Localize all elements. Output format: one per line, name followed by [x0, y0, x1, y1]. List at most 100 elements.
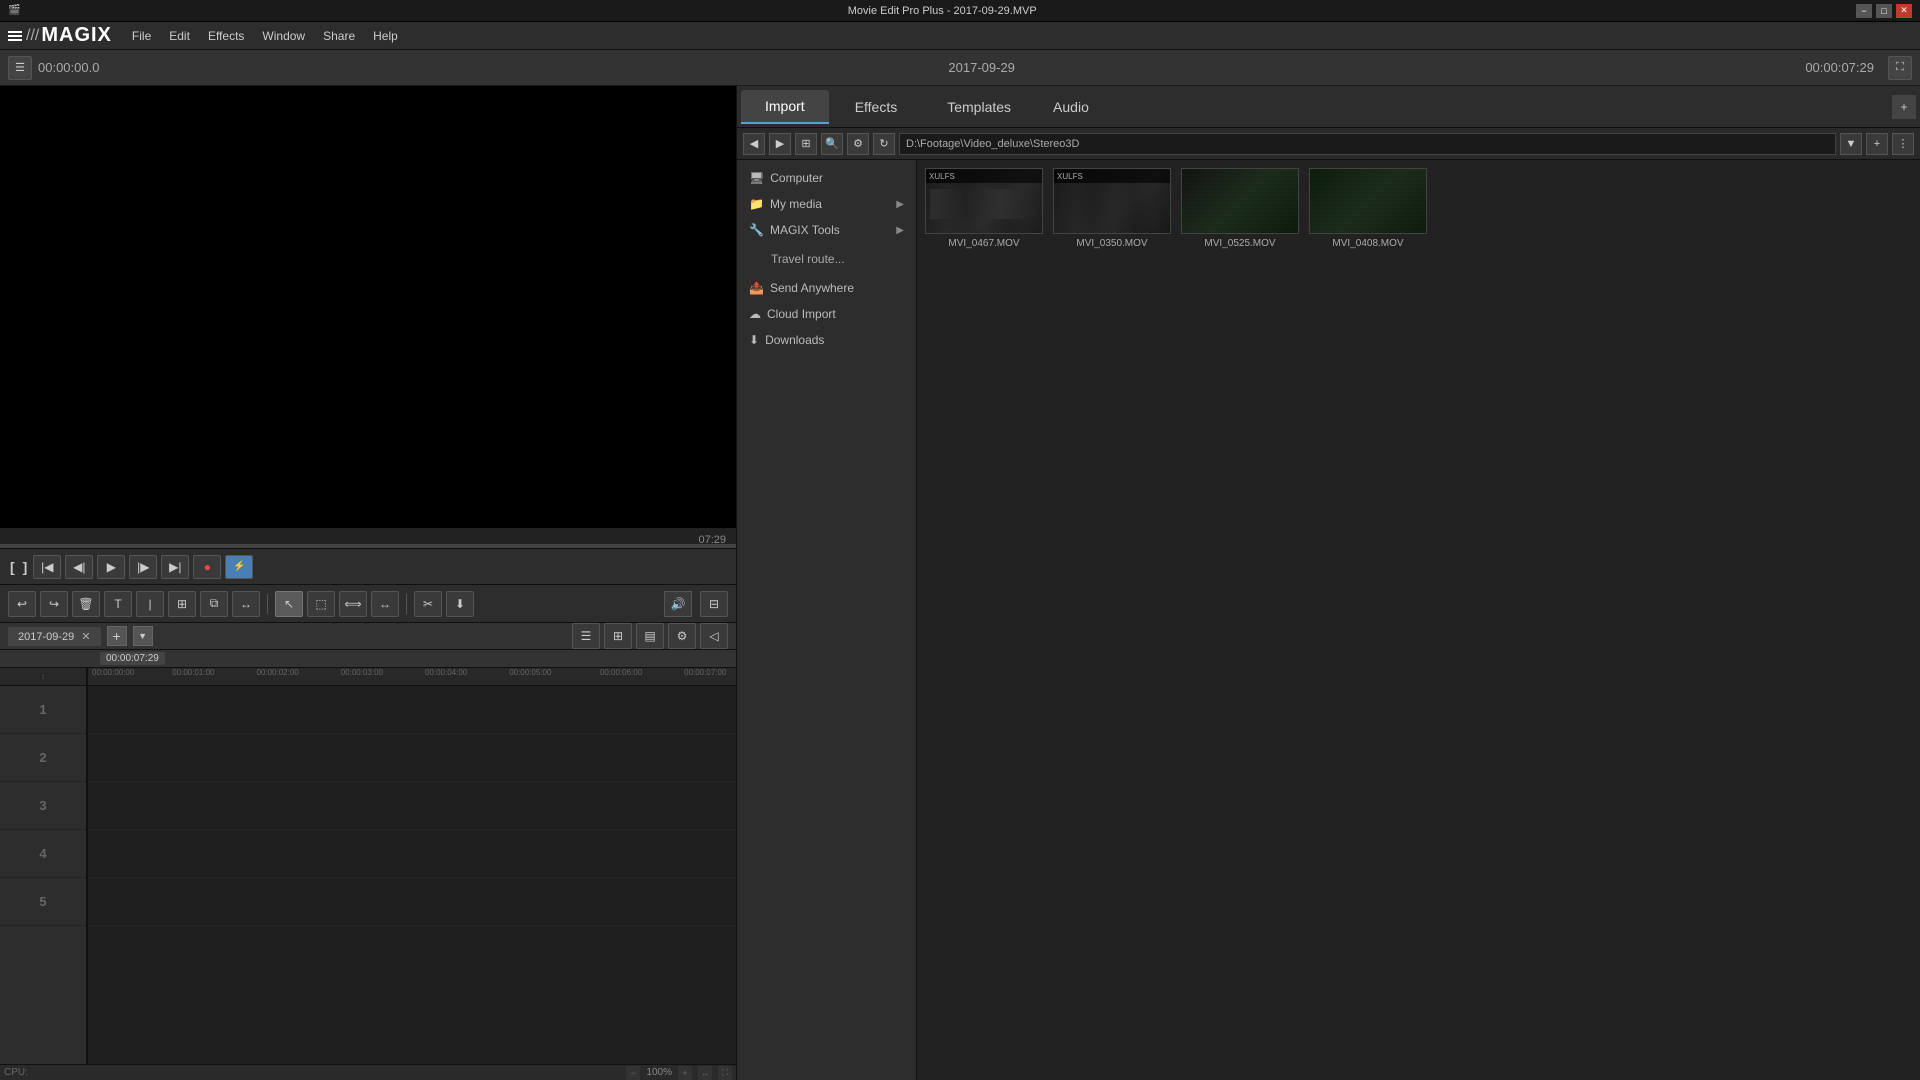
- timeline-ruler[interactable]: 00:00:00:00 00:00:01:00 00:00:02:00 00:0…: [88, 668, 736, 686]
- volume-button[interactable]: 🔊: [664, 591, 692, 617]
- go-to-start-button[interactable]: |◀: [33, 555, 61, 579]
- timeline-collapse[interactable]: ◁: [700, 623, 728, 649]
- close-button[interactable]: ✕: [1896, 4, 1912, 18]
- menu-help[interactable]: Help: [365, 27, 406, 45]
- sidebar-item-travel-route[interactable]: Travel route...: [759, 248, 916, 270]
- speed-button[interactable]: ⚡: [225, 555, 253, 579]
- timeline-dropdown-button[interactable]: ▼: [133, 626, 153, 646]
- nav-forward-button[interactable]: ▶: [769, 133, 791, 155]
- import-options-button[interactable]: ⋮: [1892, 133, 1914, 155]
- path-dropdown-button[interactable]: ▼: [1840, 133, 1862, 155]
- trim-tool-button[interactable]: ⟺: [339, 591, 367, 617]
- insert-button[interactable]: ⬇: [446, 591, 474, 617]
- minimize-button[interactable]: −: [1856, 4, 1872, 18]
- go-to-end-button[interactable]: ▶|: [161, 555, 189, 579]
- fullscreen-button[interactable]: ⛶: [1888, 56, 1912, 80]
- media-thumb-2: [1181, 168, 1299, 234]
- next-frame-button[interactable]: |▶: [129, 555, 157, 579]
- sidebar-computer-label: Computer: [770, 171, 823, 185]
- media-item-2[interactable]: MVI_0525.MOV: [1181, 168, 1299, 249]
- sidebar-item-magix-tools[interactable]: 🔧 MAGIX Tools ▶: [737, 218, 916, 242]
- cursor-tool-button[interactable]: ↖: [275, 591, 303, 617]
- out-point-button[interactable]: ]: [21, 559, 30, 575]
- maximize-button[interactable]: □: [1876, 4, 1892, 18]
- menu-file[interactable]: File: [124, 27, 159, 45]
- play-button[interactable]: ▶: [97, 555, 125, 579]
- media-item-3[interactable]: MVI_0408.MOV: [1309, 168, 1427, 249]
- track-lane-3: [88, 782, 736, 830]
- normalize-button[interactable]: ↔: [232, 591, 260, 617]
- tab-import[interactable]: Import: [741, 90, 829, 124]
- undo-button[interactable]: ↩: [8, 591, 36, 617]
- my-media-icon: 📁: [749, 197, 764, 211]
- menu-effects[interactable]: Effects: [200, 27, 252, 45]
- search-button[interactable]: 🔍: [821, 133, 843, 155]
- title-bar: 🎬 Movie Edit Pro Plus - 2017-09-29.MVP −…: [0, 0, 1920, 22]
- import-toolbar: ◀ ▶ ⊞ 🔍 ⚙ ↻ D:\Footage\Video_deluxe\Ster…: [737, 128, 1920, 160]
- add-timeline-button[interactable]: +: [107, 626, 127, 646]
- ruler-mark-1: 00:00:01:00: [172, 668, 214, 677]
- playhead-time-display: 00:00:07:29: [1805, 60, 1874, 75]
- video-preview: [0, 86, 736, 528]
- settings-button[interactable]: ⚙: [847, 133, 869, 155]
- view-toggle-button[interactable]: ⊞: [795, 133, 817, 155]
- tab-audio[interactable]: Audio: [1037, 91, 1105, 123]
- scissors-button[interactable]: ✂: [414, 591, 442, 617]
- tool-separator-2: [406, 594, 407, 614]
- duplicate-button[interactable]: ⧉: [200, 591, 228, 617]
- grouping-button[interactable]: ⊞: [168, 591, 196, 617]
- project-date: 2017-09-29: [164, 60, 1799, 75]
- sidebar-item-cloud-import[interactable]: ☁ Cloud Import: [737, 302, 916, 326]
- import-add-button[interactable]: +: [1866, 133, 1888, 155]
- timeline-settings[interactable]: ⚙: [668, 623, 696, 649]
- timeline-view-film[interactable]: ▤: [636, 623, 664, 649]
- timeline-tab-close[interactable]: ✕: [81, 631, 90, 643]
- hamburger-menu-button[interactable]: ☰: [8, 56, 32, 80]
- panel-expand-button[interactable]: +: [1892, 95, 1916, 119]
- multitrack-button[interactable]: ⊟: [700, 591, 728, 617]
- timeline-playhead-label: 00:00:07:29: [100, 652, 165, 665]
- timeline-view-grid[interactable]: ⊞: [604, 623, 632, 649]
- media-thumb-1: XULFS: [1053, 168, 1171, 234]
- path-bar[interactable]: D:\Footage\Video_deluxe\Stereo3D: [899, 133, 1836, 155]
- track-labels-column: ↕ 1 2 3 4 5: [0, 668, 88, 1064]
- media-item-1[interactable]: XULFS MVI_0350.MOV: [1053, 168, 1171, 249]
- split-at-cursor-button[interactable]: |: [136, 591, 164, 617]
- timeline-view-controls: ☰ ⊞ ▤ ⚙ ◁: [572, 623, 728, 649]
- import-sidebar: 🖥 Computer 📁 My media ▶ 🔧 MAGIX Tools ▶ …: [737, 160, 917, 1080]
- timeline-view-single[interactable]: ☰: [572, 623, 600, 649]
- ruler-mark-0: 00:00:00:00: [92, 668, 134, 677]
- zoom-out-button[interactable]: −: [626, 1066, 640, 1080]
- fit-zoom-button[interactable]: ↔: [698, 1066, 712, 1080]
- prev-frame-button[interactable]: ◀|: [65, 555, 93, 579]
- sidebar-item-my-media[interactable]: 📁 My media ▶: [737, 192, 916, 216]
- timeline-header: 2017-09-29 ✕ + ▼ ☰ ⊞ ▤ ⚙ ◁: [0, 622, 736, 650]
- media-item-0[interactable]: XULFS MVI_0467.MOV: [925, 168, 1043, 249]
- menu-window[interactable]: Window: [254, 27, 313, 45]
- ruler-mark-3: 00:00:03:00: [341, 668, 383, 677]
- selection-tool-button[interactable]: ⬚: [307, 591, 335, 617]
- sidebar-item-send-anywhere[interactable]: 📤 Send Anywhere: [737, 276, 916, 300]
- sidebar-item-downloads[interactable]: ⬇ Downloads: [737, 328, 916, 352]
- expand-view-button[interactable]: ⛶: [718, 1066, 732, 1080]
- in-point-button[interactable]: [: [8, 559, 17, 575]
- panel-tabs: Import Effects Templates Audio +: [737, 86, 1920, 128]
- timeline-tab[interactable]: 2017-09-29 ✕: [8, 627, 101, 646]
- scrubber-bar[interactable]: 07:29: [0, 528, 736, 548]
- sidebar-item-computer[interactable]: 🖥 Computer: [737, 166, 916, 190]
- stretch-tool-button[interactable]: ↔: [371, 591, 399, 617]
- refresh-button[interactable]: ↻: [873, 133, 895, 155]
- tab-templates[interactable]: Templates: [923, 91, 1035, 123]
- zoom-in-button[interactable]: +: [678, 1066, 692, 1080]
- record-button[interactable]: ●: [193, 555, 221, 579]
- sidebar-my-media-label: My media: [770, 197, 822, 211]
- menu-share[interactable]: Share: [315, 27, 363, 45]
- tool-separator: [267, 594, 268, 614]
- delete-button[interactable]: 🗑: [72, 591, 100, 617]
- magix-tools-arrow-icon: ▶: [896, 225, 904, 236]
- nav-back-button[interactable]: ◀: [743, 133, 765, 155]
- menu-edit[interactable]: Edit: [161, 27, 198, 45]
- text-button[interactable]: T: [104, 591, 132, 617]
- redo-button[interactable]: ↪: [40, 591, 68, 617]
- tab-effects[interactable]: Effects: [831, 91, 922, 123]
